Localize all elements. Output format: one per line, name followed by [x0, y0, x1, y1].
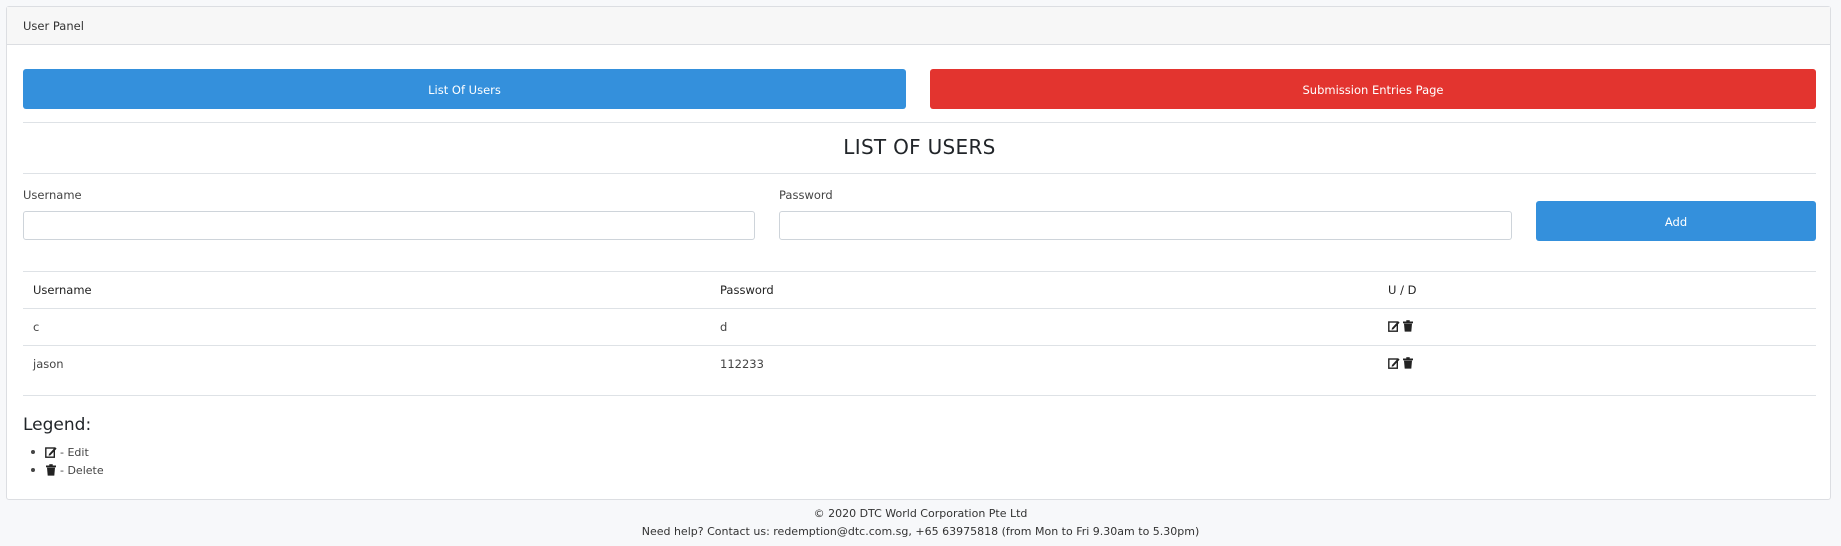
row-2-actions: [1388, 357, 1414, 369]
edit-icon: [45, 446, 57, 458]
trash-icon: [45, 464, 57, 476]
legend-list: - Edit - Delete: [31, 443, 104, 479]
footer-email-link[interactable]: redemption@dtc.com.sg: [773, 525, 908, 538]
username-label: Username: [23, 188, 82, 202]
submission-entries-button[interactable]: Submission Entries Page: [930, 69, 1816, 109]
username-input[interactable]: [23, 211, 755, 240]
add-user-button[interactable]: Add: [1536, 201, 1816, 241]
table-header-border: [23, 308, 1816, 309]
row-2-password: 112233: [720, 357, 764, 371]
legend-delete-label: - Delete: [60, 463, 104, 477]
footer-phone: , +65 63975818 (from Mon to Fri 9.30am t…: [908, 525, 1200, 538]
column-header-actions: U / D: [1388, 283, 1417, 297]
edit-icon[interactable]: [1388, 357, 1400, 369]
password-input[interactable]: [779, 211, 1512, 240]
password-label: Password: [779, 188, 833, 202]
column-header-password: Password: [720, 283, 774, 297]
trash-icon[interactable]: [1402, 320, 1414, 332]
column-header-username: Username: [33, 283, 92, 297]
row-1-actions: [1388, 320, 1414, 332]
divider: [23, 173, 1816, 174]
page-title: LIST OF USERS: [843, 135, 996, 159]
row-2-username: jason: [33, 357, 64, 371]
footer-help: Need help? Contact us: redemption@dtc.co…: [0, 525, 1841, 538]
row-1-username: c: [33, 320, 40, 334]
divider: [23, 122, 1816, 123]
table-bottom-border: [23, 395, 1816, 396]
user-panel: User Panel List Of Users Submission Entr…: [6, 6, 1831, 500]
legend-edit-label: - Edit: [60, 445, 89, 459]
edit-icon[interactable]: [1388, 320, 1400, 332]
footer-copyright: © 2020 DTC World Corporation Pte Ltd: [813, 507, 1028, 520]
legend-item-edit: - Edit: [31, 443, 104, 461]
table-row-border: [23, 345, 1816, 346]
list-of-users-button[interactable]: List Of Users: [23, 69, 906, 109]
legend-item-delete: - Delete: [31, 461, 104, 479]
legend-title: Legend:: [23, 415, 92, 435]
trash-icon[interactable]: [1402, 357, 1414, 369]
panel-header: User Panel: [7, 7, 1830, 45]
table-top-border: [23, 271, 1816, 272]
row-1-password: d: [720, 320, 728, 334]
footer-help-prefix: Need help? Contact us:: [641, 525, 770, 538]
